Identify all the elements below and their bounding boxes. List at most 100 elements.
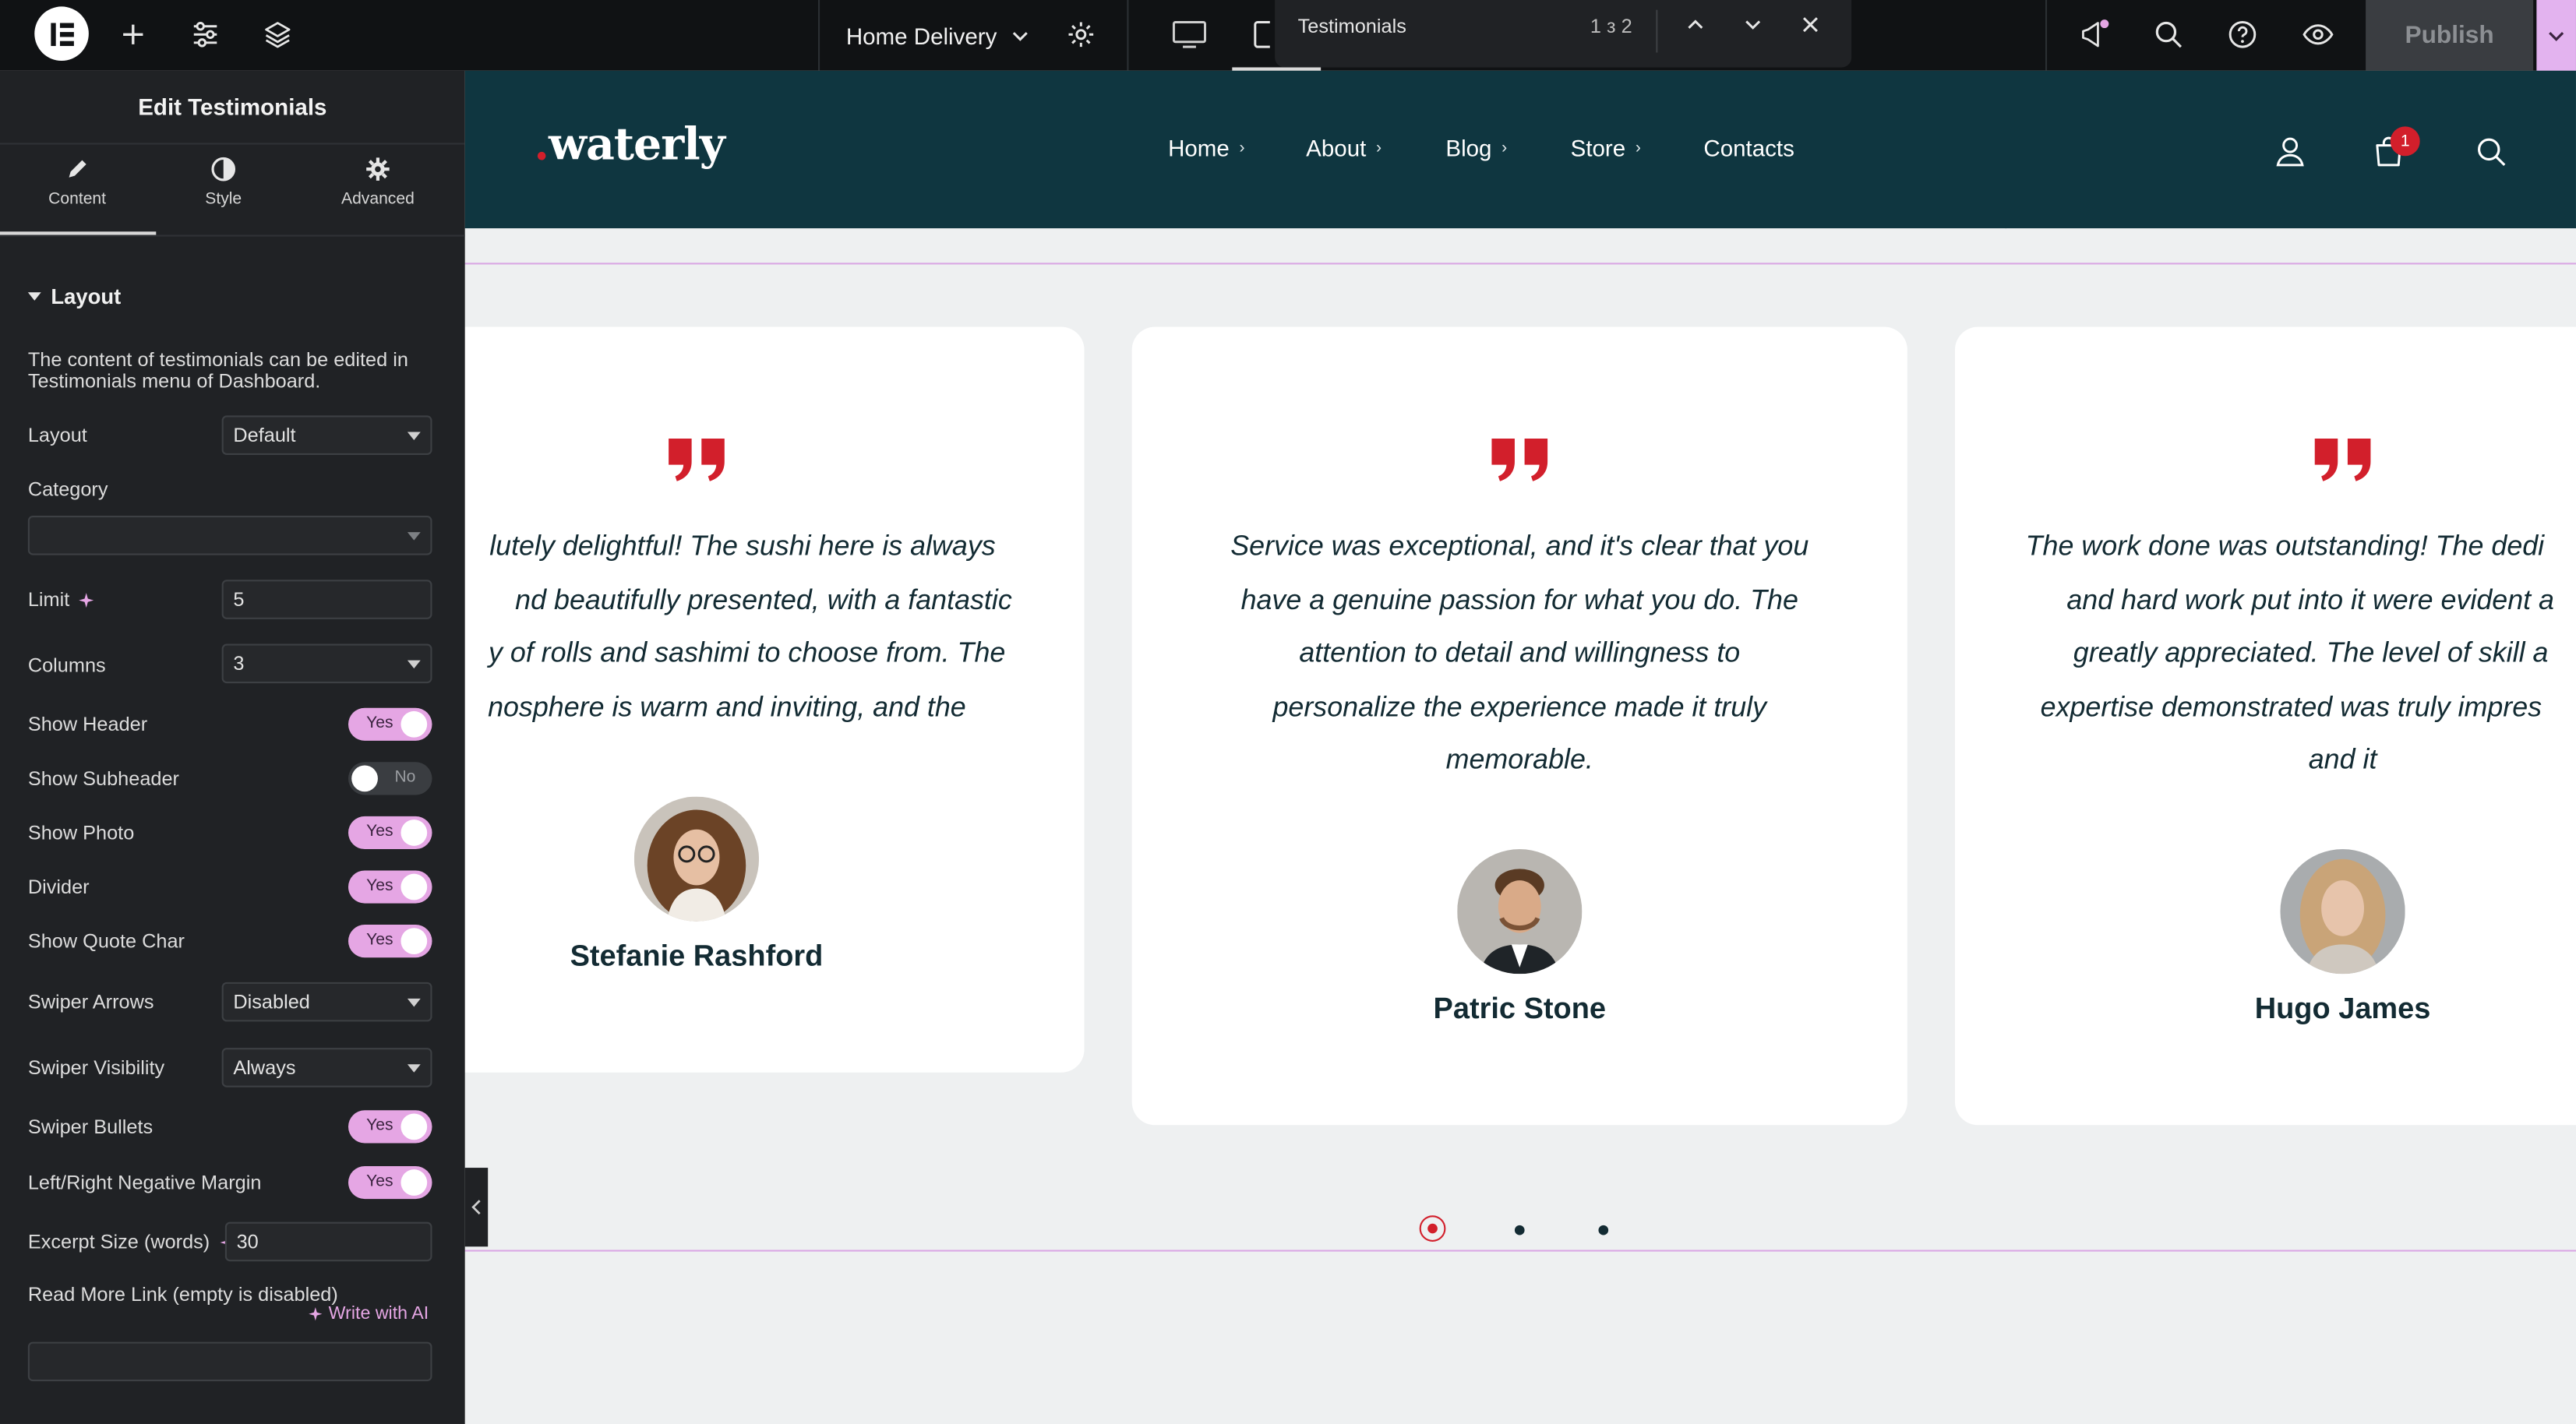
show-photo-toggle[interactable]: Yes [348, 816, 432, 850]
active-device-indicator [1232, 67, 1322, 71]
elementor-logo-icon[interactable] [34, 6, 89, 62]
site-search-button[interactable] [2475, 136, 2507, 167]
nav-about-label: About [1306, 134, 1367, 161]
tab-content[interactable]: Content [0, 156, 154, 234]
site-settings-button[interactable] [176, 6, 235, 62]
structure-button[interactable] [248, 6, 307, 62]
slider-bullet-active[interactable] [1419, 1215, 1446, 1242]
read-more-label: Read More Link (empty is disabled) [27, 1282, 338, 1306]
caret-down-icon [27, 292, 41, 301]
toggle-knob [401, 928, 428, 954]
preview-button[interactable] [2288, 6, 2348, 62]
nav-contacts[interactable]: Contacts [1703, 135, 1794, 161]
read-more-input[interactable] [27, 1341, 432, 1382]
gear-icon [1068, 22, 1094, 48]
swiper-bullets-label: Swiper Bullets [27, 1115, 154, 1139]
search-icon [2477, 138, 2506, 167]
category-select[interactable] [27, 516, 432, 555]
nav-home[interactable]: Home › [1168, 135, 1244, 161]
quote-icon [1491, 438, 1548, 481]
show-quote-char-toggle[interactable]: Yes [348, 925, 432, 958]
site-logo[interactable]: .waterly [534, 120, 725, 171]
quote-icon [669, 438, 725, 481]
show-header-toggle[interactable]: Yes [348, 707, 432, 741]
close-icon [1802, 17, 1818, 33]
testimonial-line: personalize the experience made it truly [1272, 690, 1767, 722]
toggle-text: Yes [366, 1116, 393, 1135]
pencil-icon [69, 160, 86, 178]
toggle-text: Yes [366, 931, 393, 950]
layout-section-toggle[interactable]: Layout [27, 284, 121, 308]
testimonial-line: greatly appreciated. The level of skill … [2073, 637, 2549, 669]
avatar [1457, 849, 1583, 975]
page-selector[interactable]: Home Delivery [846, 0, 1030, 71]
publish-button[interactable]: Publish [2366, 0, 2534, 71]
layout-select[interactable]: Default [221, 415, 432, 456]
limit-input[interactable]: 5 [221, 580, 432, 619]
negative-margin-toggle[interactable]: Yes [348, 1165, 432, 1200]
caret-down-icon [407, 660, 421, 669]
swiper-arrows-value: Disabled [233, 990, 310, 1013]
excerpt-size-label: Excerpt Size (words) [28, 1230, 236, 1253]
divider [1127, 0, 1129, 71]
nav-store-label: Store [1570, 134, 1626, 161]
avatar [633, 796, 760, 922]
tab-style[interactable]: Style [146, 156, 301, 234]
notifications-button[interactable] [2065, 6, 2124, 62]
nav-about[interactable]: About › [1306, 135, 1382, 161]
contrast-icon [211, 157, 236, 182]
plus-icon [123, 24, 143, 44]
find-prev-button[interactable] [1684, 13, 1707, 37]
chevron-left-icon [471, 1200, 481, 1215]
find-close-button[interactable] [1799, 13, 1823, 37]
divider [0, 234, 465, 237]
desktop-view-button[interactable] [1160, 6, 1219, 62]
page-settings-button[interactable] [1051, 6, 1110, 62]
collapse-panel-button[interactable] [464, 1168, 489, 1247]
megaphone-icon [2082, 19, 2109, 48]
help-button[interactable] [2213, 6, 2272, 62]
slider-bullet[interactable] [1514, 1225, 1525, 1235]
show-subheader-label: Show Subheader [27, 767, 179, 791]
write-with-ai-button[interactable]: Write with AI [307, 1304, 429, 1324]
swiper-visibility-select[interactable]: Always [221, 1048, 432, 1087]
toggle-knob [401, 1169, 428, 1196]
show-subheader-toggle[interactable]: No [348, 762, 432, 795]
nav-store[interactable]: Store › [1571, 135, 1641, 161]
nav-blog[interactable]: Blog › [1445, 135, 1507, 161]
swiper-arrows-label: Swiper Arrows [27, 990, 154, 1013]
add-element-button[interactable] [104, 6, 163, 62]
tab-content-label: Content [48, 190, 107, 209]
nav-home-label: Home [1168, 134, 1230, 161]
avatar [2280, 849, 2405, 975]
excerpt-size-input[interactable]: 30 [224, 1221, 432, 1262]
tab-advanced-label: Advanced [341, 190, 415, 209]
testimonial-author: Stefanie Rashford [570, 939, 824, 973]
bullet-dot [1427, 1223, 1438, 1234]
swiper-bullets-toggle[interactable]: Yes [348, 1110, 432, 1144]
caret-down-icon [407, 432, 421, 441]
search-icon [2155, 21, 2183, 48]
testimonial-line: Service was exceptional, and it's clear … [1230, 530, 1809, 562]
find-next-button[interactable] [1741, 13, 1765, 37]
tab-style-label: Style [205, 190, 242, 209]
publish-options-button[interactable] [2536, 0, 2576, 71]
find-query[interactable]: Testimonials [1298, 15, 1406, 38]
slider-bullet[interactable] [1598, 1225, 1609, 1235]
chevron-down-icon [2549, 30, 2564, 41]
columns-select[interactable]: 3 [221, 643, 432, 684]
divider [1656, 9, 1658, 53]
swiper-arrows-select[interactable]: Disabled [221, 982, 432, 1022]
testimonial-author: Patric Stone [1433, 992, 1606, 1025]
site-header: .waterly Home › About › Blog › Store › Conta… [464, 70, 2576, 229]
account-button[interactable] [2274, 135, 2306, 167]
divider-toggle[interactable]: Yes [348, 870, 432, 904]
tablet-view-button[interactable] [1248, 6, 1275, 62]
show-quote-char-label: Show Quote Char [27, 929, 185, 953]
testimonial-line: expertise demonstrated was truly impres [2040, 690, 2542, 722]
tab-advanced[interactable]: Advanced [301, 156, 455, 234]
chevron-down-icon [1012, 31, 1028, 41]
columns-label: Columns [27, 654, 106, 677]
search-button[interactable] [2139, 6, 2198, 62]
sparkle-icon [79, 592, 94, 608]
